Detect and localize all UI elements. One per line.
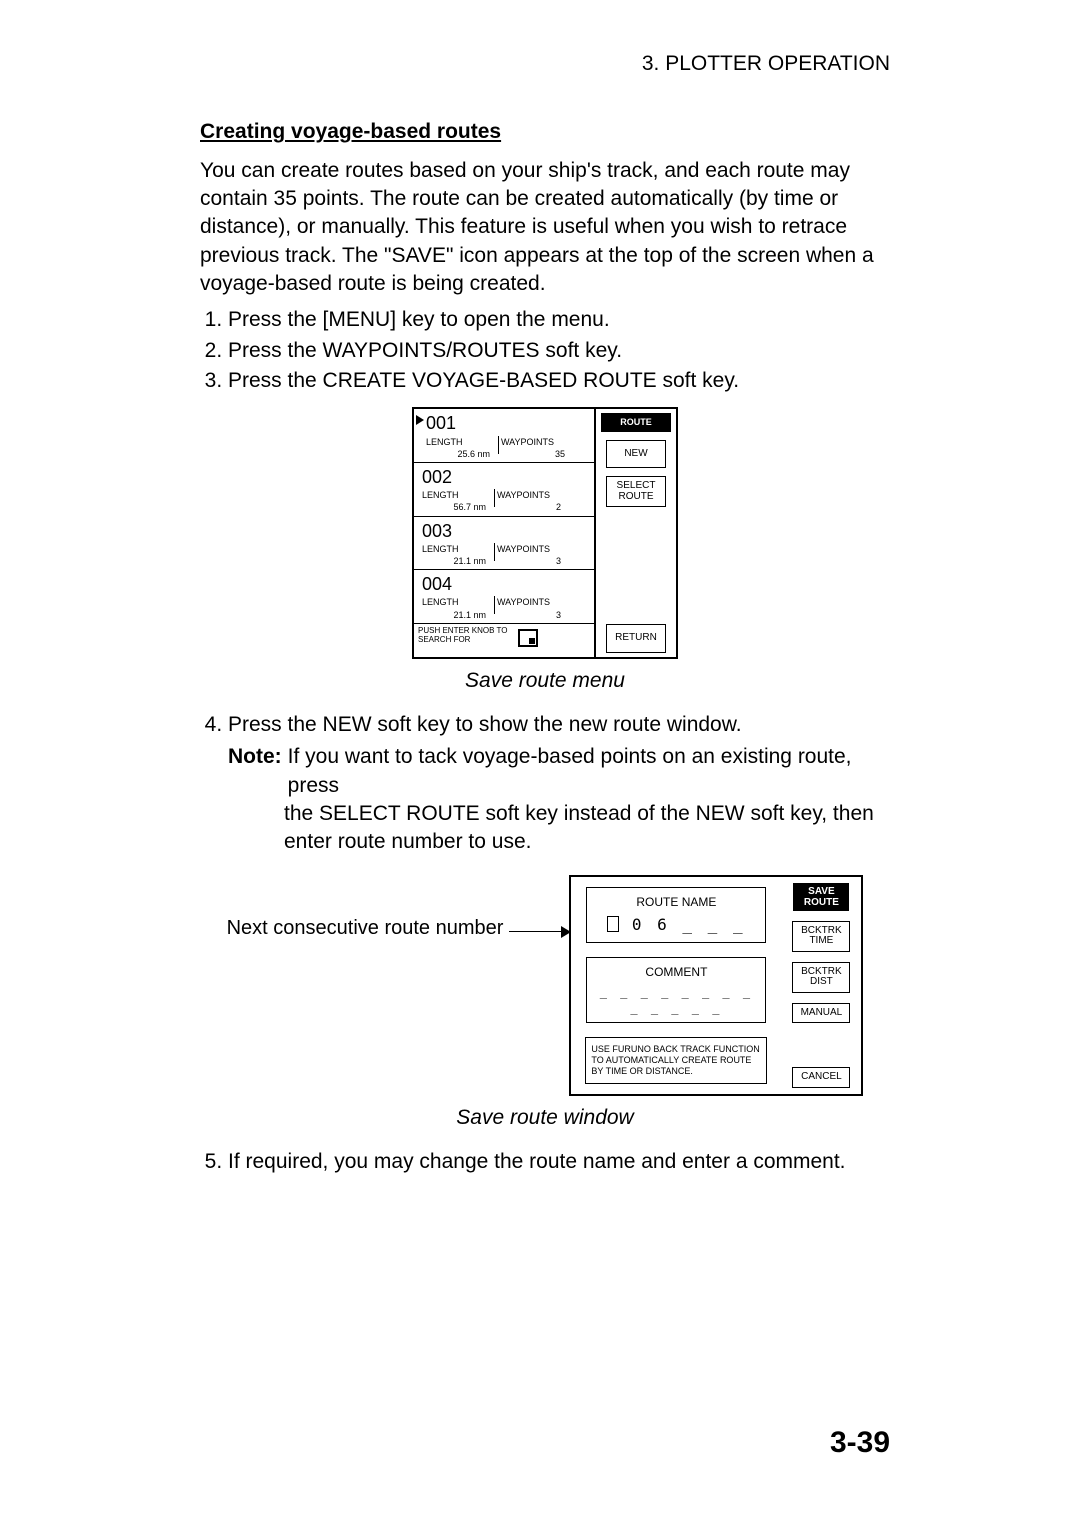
route-item-004[interactable]: 004 LENGTH 21.1 nm WAYPOINTS 3: [414, 569, 594, 623]
softkey-line: DIST: [810, 976, 833, 987]
divider: [494, 543, 495, 561]
figure-caption-1: Save route menu: [200, 667, 890, 695]
softkey-new[interactable]: NEW: [606, 440, 666, 469]
length-label: LENGTH: [422, 543, 492, 555]
softkey-line: BCKTRK: [801, 925, 842, 936]
page-number: 3-39: [830, 1423, 890, 1464]
save-route-window-wrap: Next consecutive route number ROUTE NAME…: [200, 875, 890, 1096]
waypoints-label: WAYPOINTS: [497, 489, 567, 501]
chapter-header: 3. PLOTTER OPERATION: [200, 50, 890, 78]
save-route-menu-diagram: 001 LENGTH 25.6 nm WAYPOINTS 35 002: [412, 407, 678, 658]
figure-caption-2: Save route window: [200, 1104, 890, 1132]
comment-panel: COMMENT _ _ _ _ _ _ _ _ _ _ _ _ _: [586, 957, 766, 1024]
steps-list-a: Press the [MENU] key to open the menu. P…: [200, 306, 890, 395]
arrow-icon: [509, 931, 569, 933]
info-line1: USE FURUNO BACK TRACK FUNCTION: [591, 1044, 759, 1054]
softkey-line: SELECT: [617, 480, 656, 491]
comment-title: COMMENT: [591, 964, 761, 980]
save-route-softkey-panel: SAVE ROUTE BCKTRK TIME BCKTRK DIST MANUA…: [781, 877, 861, 1094]
softkey-line: TIME: [809, 935, 833, 946]
length-label: LENGTH: [422, 596, 492, 608]
manual-page: 3. PLOTTER OPERATION Creating voyage-bas…: [0, 0, 1080, 1528]
route-name-value: 0 6 _ _ _: [632, 915, 746, 934]
length-value: 21.1 nm: [422, 609, 492, 621]
steps-list-c: If required, you may change the route na…: [200, 1148, 890, 1176]
softkey-title-line2: ROUTE: [804, 897, 839, 908]
comment-input[interactable]: _ _ _ _ _ _ _ _ _ _ _ _ _: [591, 984, 761, 1016]
search-prompt: PUSH ENTER KNOB TO SEARCH FOR: [414, 623, 594, 657]
waypoints-value: 3: [497, 609, 567, 621]
softkey-line: ROUTE: [619, 491, 654, 502]
info-line2: TO AUTOMATICALLY CREATE ROUTE: [591, 1055, 751, 1065]
waypoints-value: 35: [501, 448, 571, 460]
route-name-input[interactable]: 0 6 _ _ _: [591, 914, 761, 936]
length-label: LENGTH: [422, 489, 492, 501]
backtrack-info-box: USE FURUNO BACK TRACK FUNCTION TO AUTOMA…: [585, 1037, 767, 1083]
softkey-select-route[interactable]: SELECT ROUTE: [606, 476, 666, 507]
route-item-003[interactable]: 003 LENGTH 21.1 nm WAYPOINTS 3: [414, 516, 594, 570]
note-body-line1: If you want to tack voyage-based points …: [288, 743, 890, 800]
divider: [498, 436, 499, 454]
section-subheading: Creating voyage-based routes: [200, 118, 890, 146]
length-value: 25.6 nm: [426, 448, 496, 460]
note-label: Note:: [228, 743, 282, 800]
route-softkey-panel: ROUTE NEW SELECT ROUTE RETURN: [596, 409, 676, 656]
softkey-manual[interactable]: MANUAL: [792, 1003, 850, 1024]
waypoints-value: 3: [497, 555, 567, 567]
search-box-icon[interactable]: [518, 629, 538, 647]
route-id: 001: [426, 411, 590, 435]
length-label: LENGTH: [426, 436, 496, 448]
step-4: Press the NEW soft key to show the new r…: [228, 711, 890, 857]
cursor-icon: [607, 916, 619, 932]
divider: [494, 596, 495, 614]
softkey-title-line1: SAVE: [808, 886, 835, 897]
route-name-title: ROUTE NAME: [591, 894, 761, 910]
softkey-cancel[interactable]: CANCEL: [792, 1067, 850, 1088]
save-route-window-diagram: ROUTE NAME 0 6 _ _ _ COMMENT _ _ _ _ _ _…: [569, 875, 863, 1096]
step-2: Press the WAYPOINTS/ROUTES soft key.: [228, 337, 890, 365]
softkey-title: ROUTE: [601, 413, 671, 431]
note-body-line2: the SELECT ROUTE soft key instead of the…: [284, 800, 890, 857]
softkey-line: BCKTRK: [801, 966, 842, 977]
softkey-bcktrk-dist[interactable]: BCKTRK DIST: [792, 962, 850, 993]
softkey-return[interactable]: RETURN: [606, 624, 666, 653]
route-name-panel: ROUTE NAME 0 6 _ _ _: [586, 887, 766, 943]
length-value: 56.7 nm: [422, 501, 492, 513]
step-3: Press the CREATE VOYAGE-BASED ROUTE soft…: [228, 367, 890, 395]
steps-list-b: Press the NEW soft key to show the new r…: [200, 711, 890, 857]
info-line3: BY TIME OR DISTANCE.: [591, 1066, 693, 1076]
step-5: If required, you may change the route na…: [228, 1148, 890, 1176]
route-item-002[interactable]: 002 LENGTH 56.7 nm WAYPOINTS 2: [414, 462, 594, 516]
softkey-title-save-route: SAVE ROUTE: [793, 883, 849, 911]
softkey-bcktrk-time[interactable]: BCKTRK TIME: [792, 921, 850, 952]
length-value: 21.1 nm: [422, 555, 492, 567]
route-item-001[interactable]: 001 LENGTH 25.6 nm WAYPOINTS 35: [414, 409, 594, 462]
search-line2: SEARCH FOR: [418, 635, 470, 644]
waypoints-label: WAYPOINTS: [497, 596, 567, 608]
next-route-number-label: Next consecutive route number: [227, 915, 504, 942]
waypoints-label: WAYPOINTS: [501, 436, 571, 448]
intro-paragraph: You can create routes based on your ship…: [200, 157, 890, 299]
selection-arrow-icon: [416, 415, 424, 425]
step-1: Press the [MENU] key to open the menu.: [228, 306, 890, 334]
waypoints-label: WAYPOINTS: [497, 543, 567, 555]
route-id: 004: [422, 572, 590, 596]
route-id: 003: [422, 519, 590, 543]
route-list-panel: 001 LENGTH 25.6 nm WAYPOINTS 35 002: [414, 409, 596, 656]
save-route-left-panel: ROUTE NAME 0 6 _ _ _ COMMENT _ _ _ _ _ _…: [571, 877, 781, 1094]
search-line1: PUSH ENTER KNOB TO: [418, 626, 508, 635]
waypoints-value: 2: [497, 501, 567, 513]
divider: [494, 489, 495, 507]
step-4-text: Press the NEW soft key to show the new r…: [228, 713, 742, 736]
route-id: 002: [422, 465, 590, 489]
